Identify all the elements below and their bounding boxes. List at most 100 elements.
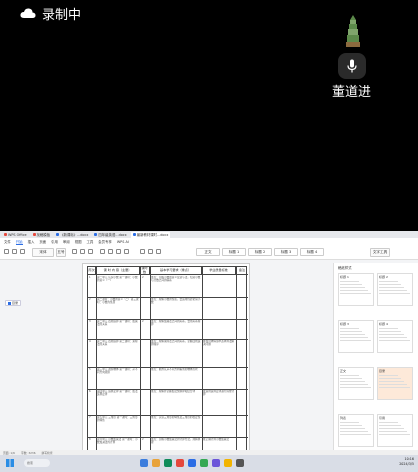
style-card[interactable]: 引用 — [377, 414, 413, 447]
tab-bar: WPS Office 找稿模板 《新课标》...docx 四年级英语...docx 最新… — [0, 231, 418, 238]
explorer-icon[interactable] — [140, 459, 148, 467]
table-cell-content[interactable]: 第一单元 认识小数 第一课时：小数的意义（一） — [97, 276, 140, 296]
align-left-icon[interactable] — [100, 249, 105, 254]
table-cell-hours[interactable] — [142, 298, 150, 318]
table-cell-req[interactable]: 重点：认识三角形的特性及三角形的稳定性 — [151, 416, 202, 436]
table-cell-std[interactable]: 能运用运算定律进行简便计算 — [203, 390, 236, 414]
table-cell-std[interactable] — [203, 320, 236, 338]
copy-icon[interactable] — [20, 249, 25, 254]
wps-icon[interactable] — [176, 459, 184, 467]
table-cell-std[interactable] — [203, 368, 236, 388]
style-option[interactable]: 标题 2 — [248, 248, 272, 256]
menu-item[interactable]: 工具 — [86, 239, 93, 244]
table-cell-content[interactable]: 第五单元 三角形 第一课时：三角形的特性 — [97, 416, 140, 436]
meeting-icon[interactable] — [212, 459, 220, 467]
table-cell-content[interactable]: 第二单元 四则运算 第二课时：乘除法的关系 — [97, 340, 140, 366]
tab-label: 最新教材课时...docx — [136, 233, 169, 237]
table-cell-hours[interactable] — [142, 390, 150, 414]
table-cell-req[interactable]: 重点：掌握小数的意义及读写法，知道小数与分数之间的联系 — [151, 276, 202, 296]
folder-icon[interactable] — [152, 459, 160, 467]
table-cell-hours[interactable] — [142, 416, 150, 436]
style-option[interactable]: 标题 3 — [274, 248, 298, 256]
table-cell-week[interactable]: 4 — [89, 340, 96, 366]
style-card[interactable]: 标题 4 — [377, 320, 413, 353]
table-cell-req[interactable]: 重点：能辨认从不同方向看到的物体形状 — [151, 368, 202, 388]
table-cell-hours[interactable] — [142, 368, 150, 388]
menu-item[interactable]: 文件 — [4, 239, 11, 244]
table-cell-std[interactable] — [203, 298, 236, 318]
wechat-icon[interactable] — [200, 459, 208, 467]
taskbar-search[interactable]: 搜索 — [24, 459, 50, 467]
table-cell-week[interactable]: 5 — [89, 368, 96, 388]
table-cell-week[interactable]: 6 — [89, 390, 96, 414]
tab-label: 找稿模板 — [36, 233, 51, 237]
writer-icon[interactable] — [188, 459, 196, 467]
menu-item[interactable]: 开始 — [15, 239, 23, 245]
align-center-icon[interactable] — [108, 249, 113, 254]
table-cell-hours[interactable]: 2 — [142, 276, 150, 296]
microphone-button[interactable] — [338, 53, 366, 79]
start-icon[interactable] — [6, 459, 14, 467]
table-cell-hours[interactable]: 2 — [142, 320, 150, 338]
table-cell-week[interactable]: 3 — [89, 320, 96, 338]
table-cell-content[interactable]: 第二单元 四则运算 第一课时：加减法的关系 — [97, 320, 140, 338]
table-cell-req[interactable]: 重点：理解乘除法之间的关系，掌握四则运算顺序 — [151, 340, 202, 366]
menu-item[interactable]: 引用 — [51, 239, 58, 244]
style-option[interactable]: 正文 — [196, 248, 220, 256]
tab-3[interactable]: 四年级英语...docx — [92, 232, 128, 238]
cut-icon[interactable] — [12, 249, 17, 254]
clock[interactable]: 10:16 2024/3/5 — [399, 457, 414, 466]
font-size-select[interactable]: 五号 — [56, 248, 66, 257]
style-card[interactable]: 标题 2 — [377, 273, 413, 306]
style-card[interactable]: 正文 — [338, 367, 374, 400]
table-cell-hours[interactable] — [142, 340, 150, 366]
spell-check[interactable]: 拼写检查 — [41, 451, 52, 455]
italic-icon[interactable] — [80, 249, 85, 254]
menu-item[interactable]: 页面 — [39, 239, 46, 244]
underline-icon[interactable] — [88, 249, 93, 254]
bold-icon[interactable] — [72, 249, 77, 254]
menu-item[interactable]: WPS AI — [117, 240, 129, 244]
style-card[interactable]: 列表 — [338, 414, 374, 447]
style-option[interactable]: 标题 4 — [300, 248, 324, 256]
table-cell-week[interactable]: 7 — [89, 416, 96, 436]
align-right-icon[interactable] — [116, 249, 121, 254]
table-cell-std[interactable] — [203, 276, 236, 296]
table-cell-content[interactable]: 第二课时：小数的意义（二）第三课时：小数的性质 — [97, 298, 140, 318]
tab-0[interactable]: WPS Office — [2, 232, 29, 238]
justify-icon[interactable] — [124, 249, 129, 254]
table-cell-std[interactable]: 能在具体情境中选择算法解决问题 — [203, 340, 236, 366]
left-pane: 目录 — [0, 260, 78, 461]
menu-item[interactable]: 视图 — [75, 239, 82, 244]
paste-icon[interactable] — [4, 249, 9, 254]
toc-icon — [8, 301, 11, 305]
table-cell-week[interactable]: 1 — [89, 276, 96, 296]
header-requirements: 基本学习要求（重点） — [150, 267, 202, 274]
style-card[interactable]: 标题 3 — [338, 320, 374, 353]
tab-2[interactable]: 《新课标》...docx — [54, 232, 90, 238]
table-cell-std[interactable] — [203, 416, 236, 436]
line-spacing-icon[interactable] — [140, 249, 145, 254]
table-cell-req[interactable]: 重点：理解加减法之间的关系，会用关系验算 — [151, 320, 202, 338]
font-select[interactable]: 宋体 — [32, 248, 54, 257]
text-tools-button[interactable]: 文字工具 — [370, 248, 390, 257]
table-cell-req[interactable]: 重点：理解小数的性质，会运用性质化简小数 — [151, 298, 202, 318]
menu-item[interactable]: 会员专享 — [98, 239, 112, 244]
menu-item[interactable]: 插入 — [28, 239, 35, 244]
table-cell-content[interactable]: 第三单元 观察物体 第一课时：从不同方向观察 — [97, 368, 140, 388]
style-option[interactable]: 标题 1 — [222, 248, 246, 256]
tab-4[interactable]: 最新教材课时...docx — [130, 231, 171, 238]
toc-button[interactable]: 目录 — [5, 300, 22, 306]
table-cell-content[interactable]: 第四单元 运算定律 第一课时：加法运算定律 — [97, 390, 140, 414]
menu-item[interactable]: 审阅 — [63, 239, 70, 244]
list-icon[interactable] — [148, 249, 153, 254]
table-cell-req[interactable]: 重点：理解并掌握加法交换律和结合律 — [151, 390, 202, 414]
settings-icon[interactable] — [236, 459, 244, 467]
indent-icon[interactable] — [156, 249, 161, 254]
notes-icon[interactable] — [224, 459, 232, 467]
style-card[interactable]: 目录 — [377, 367, 413, 400]
tab-1[interactable]: 找稿模板 — [31, 232, 53, 238]
style-card[interactable]: 标题 1 — [338, 273, 374, 306]
browser-icon[interactable] — [164, 459, 172, 467]
table-cell-week[interactable]: 2 — [89, 298, 96, 318]
